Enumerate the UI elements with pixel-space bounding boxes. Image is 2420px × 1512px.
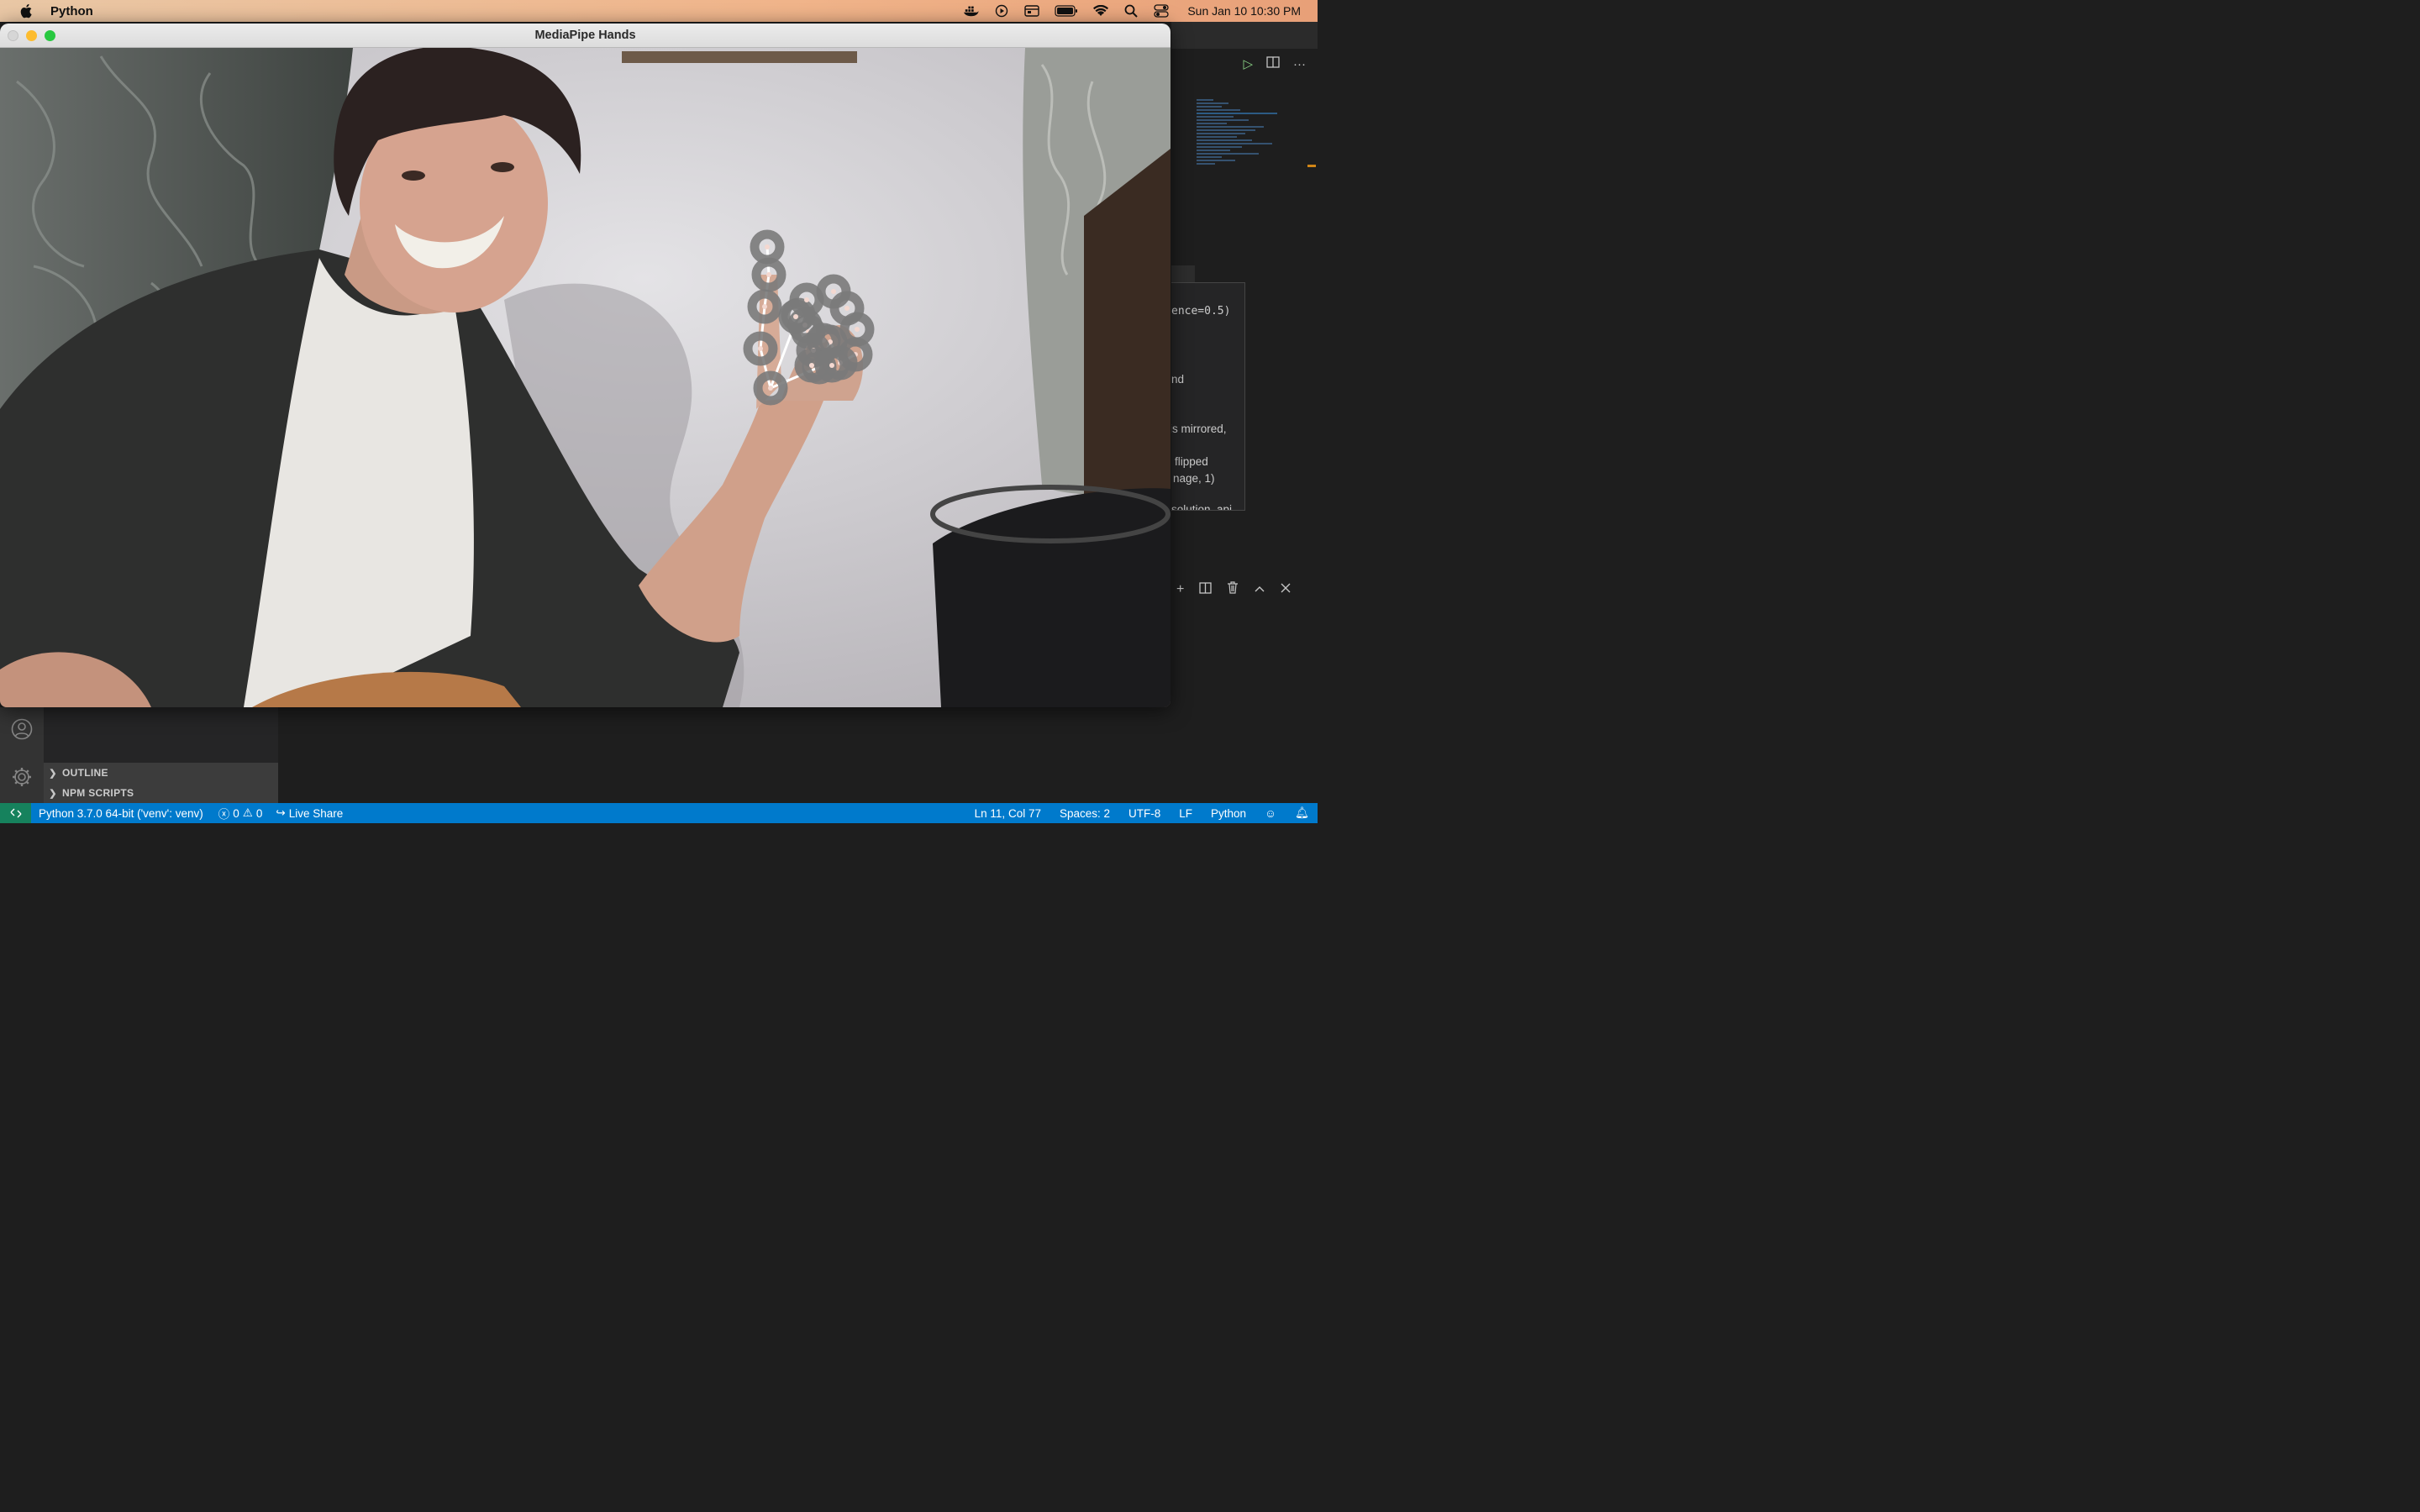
split-editor-icon[interactable] [1266,56,1280,71]
cursor-position[interactable]: Ln 11, Col 77 [975,807,1041,820]
feedback-icon[interactable]: ☺ [1265,807,1276,820]
hand-landmark-center [809,363,814,368]
spotlight-search-icon[interactable] [1123,4,1139,18]
outline-label: OUTLINE [62,767,108,779]
hover-tooltip: ence=0.5) nd is mirrored, flipped nage, … [1171,282,1245,511]
npm-scripts-section[interactable]: ❯ NPM SCRIPTS [44,783,278,803]
hand-landmark-center [768,386,773,391]
hand-landmark-center [762,304,767,309]
hover-line: nage, 1) [1173,472,1215,485]
wifi-icon[interactable] [1093,4,1109,18]
trash-icon[interactable] [1227,581,1239,598]
language-mode[interactable]: Python [1211,807,1246,820]
control-center-icon[interactable] [1154,4,1169,18]
hand-landmark-center [844,306,850,311]
editor-toolbar: ▷ ··· [1171,49,1318,79]
close-panel-icon[interactable] [1281,582,1291,597]
warning-icon: ⚠ [242,806,253,819]
python-interpreter[interactable]: Python 3.7.0 64-bit ('venv': venv) [39,807,203,820]
npm-scripts-label: NPM SCRIPTS [62,787,134,799]
hover-line: nd [1171,373,1185,386]
outline-section[interactable]: ❯ OUTLINE [44,763,278,783]
more-icon[interactable]: ··· [1293,57,1306,71]
error-count: 0 [233,806,239,820]
macos-menubar: Python Sun Jan 10 10:30 PM [0,0,1318,22]
hand-landmark-center [829,363,834,368]
hand-landmark-center [831,289,836,294]
notifications-bell-icon[interactable]: 🔔︎ [1295,806,1309,820]
split-terminal-icon[interactable] [1199,581,1212,598]
hand-landmark-center [793,314,798,319]
hand-landmark-center [766,272,771,277]
add-terminal-icon[interactable]: + [1176,582,1184,597]
scrollbar-marker [1307,165,1316,167]
encoding[interactable]: UTF-8 [1128,807,1160,820]
error-icon: ⓧ [218,808,230,821]
indentation[interactable]: Spaces: 2 [1060,807,1110,820]
run-icon[interactable]: ▷ [1243,56,1253,71]
settings-gear-icon[interactable] [11,766,33,788]
camera-feed [0,48,1171,707]
hand-landmark-center [758,346,763,351]
editor-tab-strip [1171,22,1318,49]
menubar-clock[interactable]: Sun Jan 10 10:30 PM [1187,4,1301,18]
hover-line: is mirrored, [1171,423,1227,435]
live-share-icon: ↪ [276,806,286,819]
hover-line: flipped [1175,455,1208,468]
hover-line: ence=0.5) [1171,305,1231,318]
warning-count: 0 [255,806,263,820]
problems-indicator[interactable]: ⓧ 0 ⚠ 0 [218,805,263,822]
mediapipe-window[interactable]: MediaPipe Hands [0,24,1171,707]
hover-tab [1171,265,1195,282]
live-share-label: Live Share [288,806,344,820]
play-circle-icon[interactable] [994,4,1009,18]
docker-icon[interactable] [964,4,979,18]
remote-icon [10,808,21,818]
window-icon[interactable] [1024,4,1040,18]
activity-bar [0,707,44,803]
live-share-button[interactable]: ↪ Live Share [276,806,343,820]
hover-line: solution_api [1171,503,1233,511]
battery-icon[interactable] [1055,4,1078,18]
window-title: MediaPipe Hands [534,29,636,42]
hand-landmark-center [765,244,770,249]
hand-landmark-center [855,327,860,332]
maximize-panel-icon[interactable] [1254,582,1265,597]
apple-icon[interactable] [20,3,34,18]
panel-toolbar: + [1171,578,1318,601]
hand-landmark-center [804,297,809,302]
remote-indicator[interactable] [0,803,31,823]
window-titlebar[interactable]: MediaPipe Hands [0,24,1171,48]
end-of-line[interactable]: LF [1179,807,1192,820]
minimap[interactable] [1197,99,1281,183]
status-bar: Python 3.7.0 64-bit ('venv': venv) ⓧ 0 ⚠ 0… [0,803,1318,823]
menubar-app-name[interactable]: Python [50,4,93,18]
chevron-right-icon: ❯ [49,768,57,779]
accounts-icon[interactable] [11,718,33,740]
chevron-right-icon: ❯ [49,788,57,799]
